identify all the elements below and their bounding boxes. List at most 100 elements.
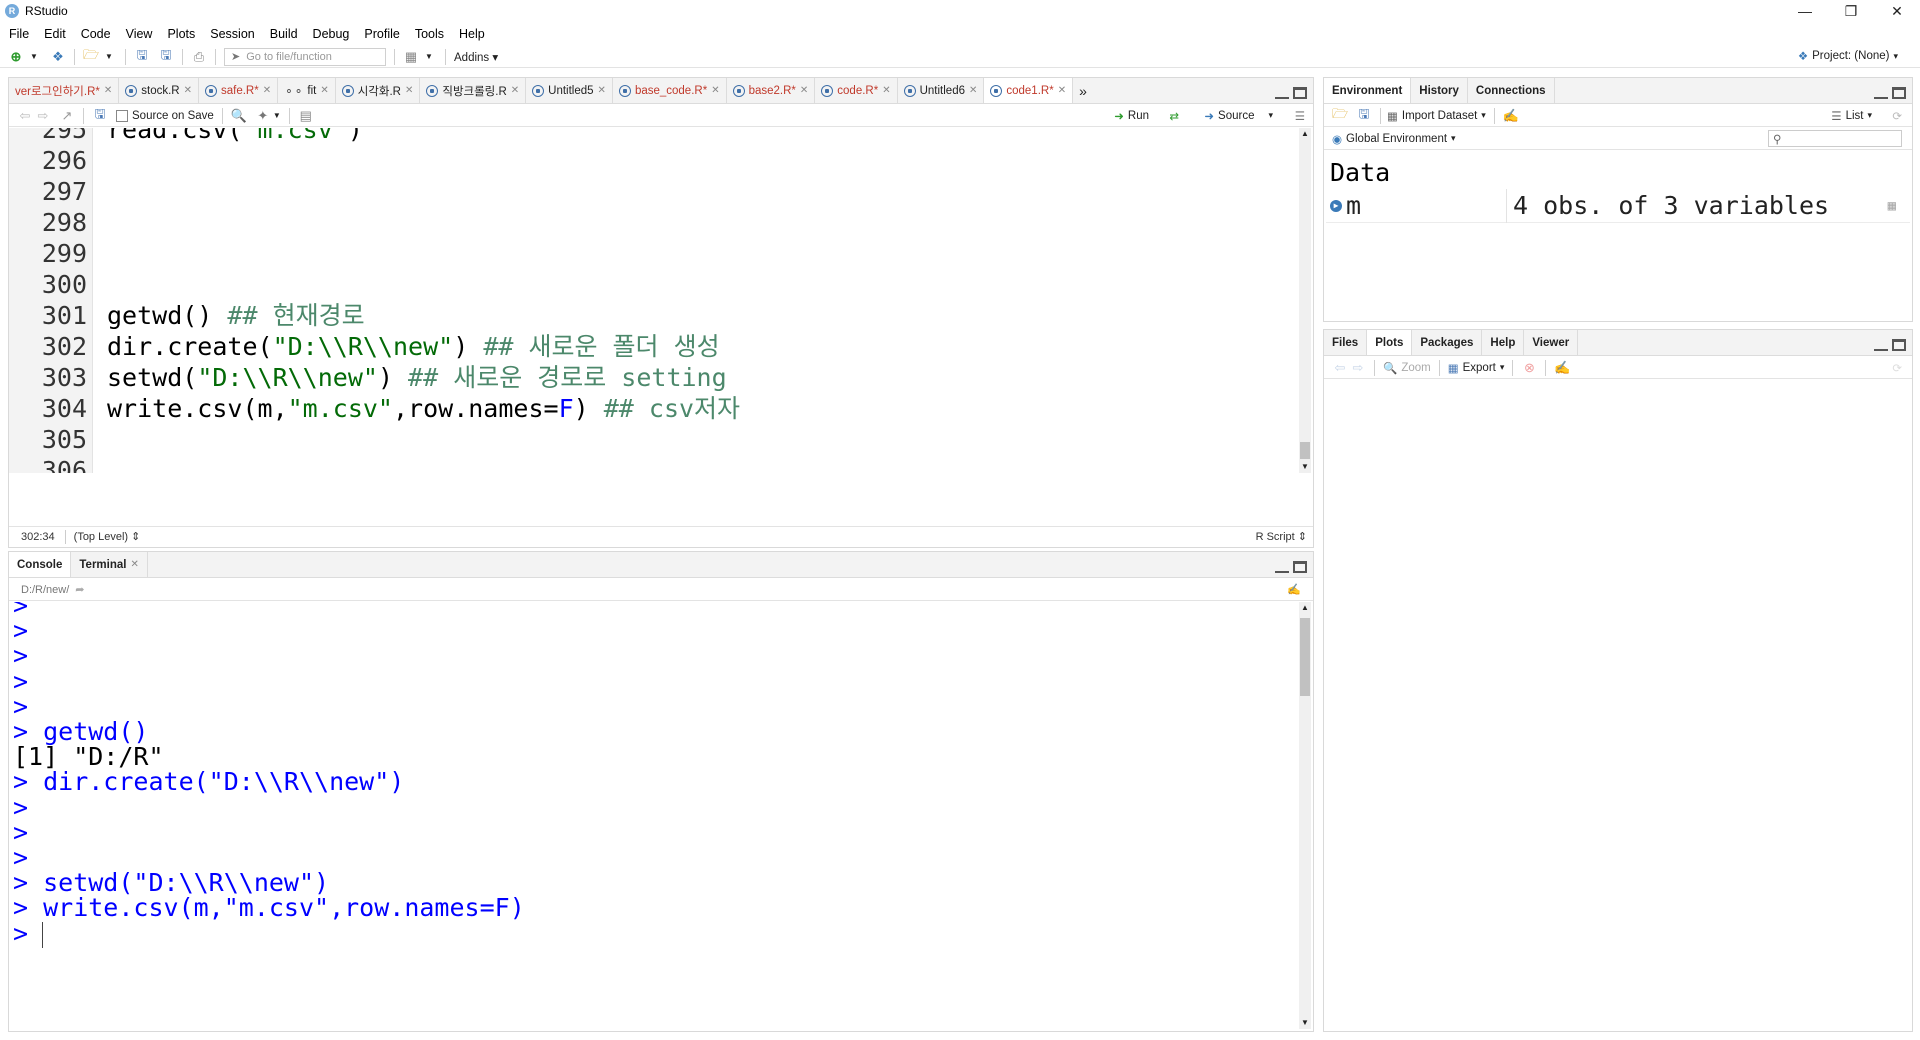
editor-tab[interactable]: Untitled5 ✕ — [526, 78, 613, 103]
previous-plot-icon[interactable]: ⇦ — [1332, 360, 1348, 376]
file-type-selector[interactable]: R Script ⇕ — [1256, 530, 1307, 543]
scroll-up-icon[interactable]: ▲ — [1299, 602, 1311, 614]
save-icon[interactable]: 🖫 — [134, 47, 150, 65]
maximize-pane-icon[interactable] — [1293, 561, 1307, 573]
close-icon[interactable]: ✕ — [882, 85, 890, 96]
tab-help[interactable]: Help — [1482, 330, 1525, 355]
refresh-icon[interactable]: ⟳ — [1892, 109, 1902, 123]
menu-profile[interactable]: Profile — [355, 27, 405, 41]
rerun-icon[interactable]: ⇄ — [1169, 109, 1179, 123]
close-icon[interactable]: ✕ — [800, 85, 808, 96]
chevron-down-icon[interactable]: ▼ — [421, 49, 437, 65]
editor-tab[interactable]: 직방크롤링.R ✕ — [420, 78, 527, 103]
menu-file[interactable]: File — [0, 27, 35, 41]
tab-packages[interactable]: Packages — [1412, 330, 1483, 355]
view-mode-select[interactable]: ☰ List ▾ — [1831, 109, 1872, 123]
maximize-pane-icon[interactable] — [1293, 87, 1307, 99]
editor-tab[interactable]: base_code.R* ✕ — [613, 78, 727, 103]
more-tabs-icon[interactable]: » — [1073, 78, 1093, 103]
go-to-directory-icon[interactable]: ➦ — [75, 583, 84, 596]
save-all-icon[interactable]: 🖫 — [158, 47, 174, 65]
clear-console-icon[interactable]: ✍ — [1287, 583, 1301, 596]
source-button[interactable]: ➜ Source ▾ — [1204, 109, 1273, 123]
minimize-pane-icon[interactable] — [1275, 91, 1289, 99]
menu-build[interactable]: Build — [261, 27, 304, 41]
grid-layout-icon[interactable]: ▦ — [403, 49, 419, 65]
expand-row-icon[interactable]: ▶ — [1330, 199, 1342, 212]
close-icon[interactable]: ✕ — [511, 85, 519, 96]
close-icon[interactable]: ✕ — [598, 85, 606, 96]
menu-code[interactable]: Code — [72, 27, 117, 41]
menu-view[interactable]: View — [117, 27, 159, 41]
scroll-thumb[interactable] — [1300, 618, 1310, 696]
view-data-icon[interactable]: ▦ — [1888, 198, 1896, 214]
compile-report-icon[interactable]: ▤ — [298, 108, 314, 124]
close-icon[interactable]: ✕ — [405, 85, 413, 96]
goto-file-input[interactable]: ➤ Go to file/function — [224, 47, 386, 66]
tab-files[interactable]: Files — [1324, 330, 1368, 355]
load-workspace-icon[interactable]: 🗁 — [1332, 106, 1348, 124]
forward-arrow-icon[interactable]: ⇨ — [35, 108, 51, 124]
clear-plots-icon[interactable]: ✍ — [1554, 360, 1570, 376]
editor-tab[interactable]: stock.R ✕ — [119, 78, 199, 103]
code-editor[interactable]: 295 read.csv("m.csv") 296 297 298 299 300 301 ge… — [9, 128, 1297, 473]
restore-icon[interactable]: ❐ — [1828, 0, 1874, 22]
editor-tab[interactable]: base2.R* ✕ — [727, 78, 816, 103]
save-icon[interactable]: 🖫 — [92, 106, 108, 124]
scope-selector[interactable]: (Top Level) ⇕ — [74, 530, 141, 543]
project-menu[interactable]: ❖ Project: (None) ▾ — [1798, 49, 1898, 63]
minimize-pane-icon[interactable] — [1874, 343, 1888, 351]
document-outline-icon[interactable]: ☰ — [1295, 109, 1305, 123]
save-workspace-icon[interactable]: 🖫 — [1356, 106, 1372, 124]
menu-debug[interactable]: Debug — [304, 27, 356, 41]
tab-plots[interactable]: Plots — [1367, 330, 1413, 355]
menu-help[interactable]: Help — [450, 27, 491, 41]
working-directory[interactable]: D:/R/new/ — [21, 584, 69, 596]
print-icon[interactable]: ⎙ — [191, 49, 207, 65]
run-button[interactable]: ➜ Run — [1114, 109, 1149, 123]
show-in-window-icon[interactable]: ↗ — [59, 108, 75, 124]
source-on-save-checkbox[interactable] — [116, 109, 128, 122]
environment-row[interactable]: ▶ m 4 obs. of 3 variables ▦ — [1326, 188, 1910, 223]
remove-plot-icon[interactable]: ⊗ — [1521, 360, 1537, 376]
tab-connections[interactable]: Connections — [1468, 78, 1555, 103]
scroll-thumb[interactable] — [1300, 442, 1310, 459]
maximize-pane-icon[interactable] — [1892, 339, 1906, 351]
minimize-pane-icon[interactable] — [1275, 565, 1289, 573]
close-icon[interactable]: ✕ — [969, 85, 977, 96]
editor-tab[interactable]: ⚬⚬ fit ✕ — [278, 78, 336, 103]
menu-session[interactable]: Session — [201, 27, 260, 41]
close-icon[interactable]: ✕ — [711, 85, 719, 96]
chevron-down-icon[interactable]: ▼ — [101, 49, 117, 65]
search-icon[interactable]: 🔍 — [231, 108, 247, 124]
new-file-icon[interactable]: ⊕ — [8, 49, 24, 65]
scroll-down-icon[interactable]: ▼ — [1299, 1017, 1311, 1029]
maximize-pane-icon[interactable] — [1892, 87, 1906, 99]
next-plot-icon[interactable]: ⇨ — [1350, 360, 1366, 376]
zoom-button[interactable]: 🔍 Zoom — [1383, 361, 1431, 375]
tab-history[interactable]: History — [1411, 78, 1468, 103]
back-arrow-icon[interactable]: ⇦ — [17, 108, 33, 124]
tab-terminal[interactable]: Terminal ✕ — [71, 552, 148, 577]
editor-tab[interactable]: code1.R* ✕ — [984, 78, 1074, 103]
chevron-down-icon[interactable]: ▼ — [26, 49, 42, 65]
scroll-down-icon[interactable]: ▼ — [1299, 461, 1311, 473]
close-icon[interactable]: ✕ — [320, 85, 328, 96]
tab-viewer[interactable]: Viewer — [1524, 330, 1579, 355]
editor-tab[interactable]: 시각화.R ✕ — [336, 78, 421, 103]
minimize-icon[interactable]: — — [1782, 0, 1828, 22]
console-scrollbar[interactable]: ▲ ▼ — [1299, 602, 1311, 1029]
editor-tab[interactable]: code.R* ✕ — [815, 78, 898, 103]
scroll-up-icon[interactable]: ▲ — [1299, 128, 1311, 140]
close-icon[interactable]: ✕ — [104, 85, 112, 96]
tab-console[interactable]: Console — [9, 552, 72, 577]
broom-icon[interactable]: ✍ — [1503, 108, 1519, 124]
refresh-icon[interactable]: ⟳ — [1892, 361, 1902, 375]
menu-tools[interactable]: Tools — [406, 27, 450, 41]
editor-tab[interactable]: safe.R* ✕ — [199, 78, 279, 103]
editor-tab[interactable]: Untitled6 ✕ — [898, 78, 985, 103]
environment-search-input[interactable]: ⚲ — [1768, 130, 1902, 147]
menu-plots[interactable]: Plots — [158, 27, 201, 41]
tab-environment[interactable]: Environment — [1324, 78, 1412, 103]
close-icon[interactable]: ✕ — [1058, 85, 1066, 96]
